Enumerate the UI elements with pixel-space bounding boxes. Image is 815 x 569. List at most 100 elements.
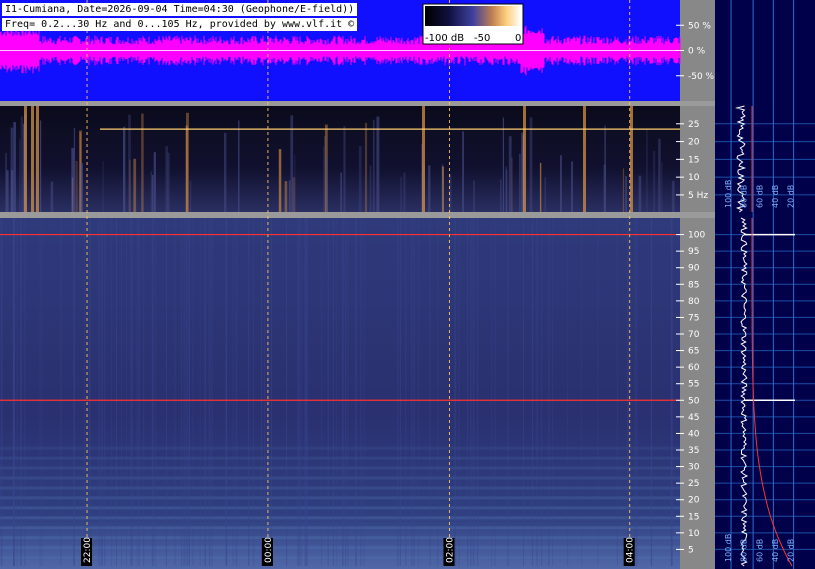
low-spectral-streak bbox=[428, 165, 431, 212]
high-streak bbox=[270, 218, 272, 566]
low-spectral-streak bbox=[224, 132, 227, 212]
high-tick-label: 80 bbox=[688, 297, 700, 307]
high-streak bbox=[261, 218, 263, 566]
high-streak bbox=[548, 218, 550, 566]
low-spectral-streak bbox=[571, 161, 574, 212]
high-streak bbox=[297, 218, 298, 566]
high-streak bbox=[73, 218, 75, 566]
time-label: 00:00 bbox=[261, 537, 274, 566]
low-spectral-streak bbox=[73, 127, 76, 212]
high-streak bbox=[39, 218, 41, 566]
high-streak bbox=[541, 218, 543, 566]
high-streak bbox=[183, 218, 185, 566]
low-spectral-streak bbox=[129, 160, 131, 212]
low-spectral-streak bbox=[10, 127, 14, 212]
high-streak bbox=[1, 218, 3, 566]
high-streak bbox=[60, 218, 62, 566]
low-spectrogram-panel bbox=[0, 106, 680, 212]
side-x-tick-label-upper: 100 dB bbox=[724, 180, 733, 208]
high-streak bbox=[104, 218, 106, 566]
high-streak bbox=[286, 218, 288, 566]
high-streak bbox=[455, 218, 457, 566]
high-streak bbox=[165, 218, 167, 566]
high-streak bbox=[73, 218, 74, 566]
high-streak bbox=[253, 218, 255, 566]
high-streak bbox=[24, 218, 26, 566]
high-tick-label: 65 bbox=[688, 347, 699, 357]
frequency-header: Freq= 0.2...30 Hz and 0...105 Hz, provid… bbox=[2, 18, 358, 31]
high-streak bbox=[327, 218, 329, 566]
low-spectral-streak bbox=[462, 131, 464, 212]
low-spectral-streak bbox=[369, 165, 372, 212]
high-streak bbox=[477, 218, 479, 566]
high-streak bbox=[636, 218, 638, 566]
high-streak bbox=[671, 218, 673, 566]
high-streak bbox=[454, 218, 456, 566]
high-streak bbox=[418, 218, 419, 566]
high-streak bbox=[101, 218, 103, 566]
side-x-tick-label-upper: 60 dB bbox=[755, 185, 764, 208]
high-streak bbox=[153, 218, 155, 566]
waveform-tick-label: -50 % bbox=[688, 72, 715, 82]
high-tick-label: 90 bbox=[688, 264, 700, 274]
colorbar-label-max: 0 bbox=[515, 33, 521, 44]
high-streak bbox=[399, 218, 401, 566]
high-streak bbox=[523, 218, 524, 566]
high-streak bbox=[345, 218, 347, 566]
low-spectral-streak bbox=[653, 151, 656, 212]
low-spectral-streak bbox=[189, 180, 192, 212]
low-tick-label: 25 bbox=[688, 120, 699, 130]
low-spectral-streak bbox=[153, 152, 156, 212]
high-streak bbox=[472, 218, 474, 566]
high-streak bbox=[581, 218, 583, 566]
high-streak bbox=[347, 218, 349, 566]
low-spectral-streak bbox=[290, 115, 294, 212]
high-tick-label: 35 bbox=[688, 446, 699, 456]
high-streak bbox=[143, 218, 145, 566]
side-x-tick-label-upper: 80 dB bbox=[740, 185, 749, 208]
low-spectral-streak bbox=[364, 122, 368, 212]
high-tick-label: 20 bbox=[688, 496, 700, 506]
low-spectral-streak bbox=[502, 117, 504, 212]
low-spectral-streak bbox=[529, 117, 533, 212]
high-streak bbox=[209, 218, 211, 566]
high-streak bbox=[151, 218, 153, 566]
low-spectral-streak bbox=[75, 161, 78, 212]
low-spectral-streak bbox=[141, 113, 144, 212]
high-streak bbox=[429, 218, 431, 566]
low-spectral-streak bbox=[372, 119, 375, 212]
low-spectral-streak bbox=[13, 122, 16, 212]
low-spectral-streak bbox=[152, 174, 154, 212]
high-tick-label: 55 bbox=[688, 380, 699, 390]
low-spectral-streak bbox=[102, 161, 104, 212]
high-streak bbox=[467, 218, 469, 566]
low-spectral-streak bbox=[39, 120, 42, 212]
high-streak bbox=[0, 218, 2, 566]
high-streak bbox=[131, 218, 133, 566]
low-spectral-streak bbox=[133, 158, 137, 212]
high-tick-label: 85 bbox=[688, 280, 699, 290]
high-tick-label: 50 bbox=[688, 396, 700, 406]
high-streak bbox=[174, 218, 176, 566]
low-tick-label: 5 Hz bbox=[688, 191, 708, 201]
low-spectral-streak bbox=[238, 120, 240, 212]
high-streak bbox=[130, 218, 132, 566]
low-spectral-streak bbox=[500, 179, 502, 212]
low-spectral-streak bbox=[167, 152, 170, 212]
high-streak bbox=[597, 218, 599, 566]
low-spectral-streak bbox=[625, 176, 627, 212]
high-tick-label: 95 bbox=[688, 247, 699, 257]
high-streak bbox=[225, 218, 227, 566]
high-streak bbox=[136, 218, 138, 566]
low-spectral-streak bbox=[508, 136, 512, 212]
low-tick-label: 10 bbox=[688, 173, 700, 183]
low-spectral-streak bbox=[343, 126, 346, 212]
low-spectral-streak bbox=[519, 153, 521, 212]
high-streak bbox=[333, 218, 334, 566]
high-streak bbox=[494, 218, 496, 566]
low-spectral-streak bbox=[539, 162, 542, 212]
low-burst bbox=[24, 106, 27, 212]
colorbar-gradient bbox=[425, 6, 521, 26]
low-spectral-streak bbox=[340, 172, 342, 212]
high-streak bbox=[14, 218, 16, 566]
